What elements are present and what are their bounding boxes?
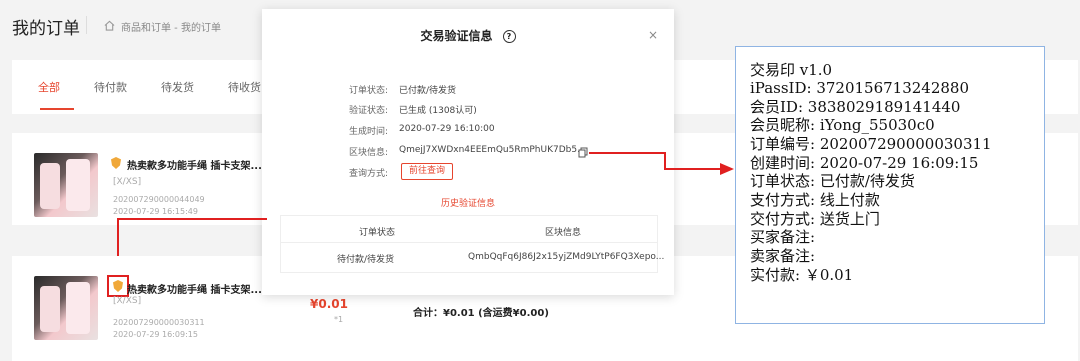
receipt-line: 订单状态: 已付款/待发货 [750,172,915,190]
verify-status-value: 已生成 (1308认可) [399,106,477,116]
table-cell: QmbQqFq6J86J2x15yjZMd9LYtP6FQ3Xepo... [468,252,665,262]
receipt-line: 支付方式: 线上付款 [750,191,880,209]
tab-pending-shipment[interactable]: 待发货 [161,79,194,95]
receipt-line: 交付方式: 送货上门 [750,210,880,228]
field-label: 生成时间: [348,127,388,137]
order-status-value: 已付款/待发货 [399,86,457,96]
arrow-head-icon [720,163,734,175]
order-number: 202007290000030311 [113,318,205,327]
connector-line [589,152,665,154]
page-title: 我的订单 [12,19,80,39]
receipt-panel: 交易印 v1.0 iPassID: 3720156713242880 会员ID:… [735,46,1045,324]
table-header: 订单状态 区块信息 [281,216,657,243]
field-label: 查询方式: [348,169,388,179]
receipt-line: 交易印 v1.0 [750,61,833,79]
help-icon[interactable]: ? [502,30,516,43]
order-total: 合计：¥0.01 (含运费¥0.00) [413,308,549,319]
tab-all[interactable]: 全部 [38,79,60,95]
divider [86,16,87,34]
receipt-line: iPassID: 3720156713242880 [750,79,970,97]
generate-time-value: 2020-07-29 16:10:00 [399,124,495,134]
go-query-button[interactable]: 前往查询 [401,163,453,180]
modal-title: 交易验证信息? [262,27,674,44]
shield-icon[interactable] [111,157,121,169]
highlight-box [107,275,129,297]
order-time: 2020-07-29 16:09:15 [113,330,198,339]
product-name[interactable]: 热卖款多功能手绳 插卡支架... [127,157,262,172]
active-tab-indicator [40,108,74,110]
order-time: 2020-07-29 16:15:49 [113,207,198,216]
table-header-cell: 订单状态 [359,228,396,238]
order-quantity: *1 [334,315,344,324]
receipt-line: 买家备注: [750,228,816,246]
order-price: ¥0.01 [310,297,348,311]
table-header-cell: 区块信息 [545,228,582,238]
order-number: 202007290000044049 [113,195,205,204]
field-label: 订单状态: [348,86,388,96]
history-link[interactable]: 历史验证信息 [262,196,674,209]
receipt-line: 订单编号: 202007290000030311 [750,135,992,153]
tab-pending-receipt[interactable]: 待收货 [228,79,261,95]
product-image[interactable] [34,153,98,217]
copy-icon[interactable] [578,143,588,162]
tab-pending-payment[interactable]: 待付款 [94,79,127,95]
product-name[interactable]: 热卖款多功能手绳 插卡支架... [127,281,262,296]
receipt-line: 会员ID: 3838029189141440 [750,98,961,116]
product-spec: [X/XS] [113,296,142,306]
breadcrumb-text[interactable]: 商品和订单 - 我的订单 [121,19,221,34]
connector-line [664,168,722,170]
product-spec: [X/XS] [113,177,142,187]
close-icon[interactable]: × [648,28,658,42]
receipt-line: 创建时间: 2020-07-29 16:09:15 [750,154,979,172]
receipt-line: 会员昵称: iYong_55030c0 [750,116,935,134]
connector-line [117,218,267,220]
product-image[interactable] [34,276,98,340]
verification-table: 订单状态 区块信息 待付款/待发货 QmbQqFq6J86J2x15yjZMd9… [280,215,664,273]
field-label: 区块信息: [348,148,388,158]
connector-line [117,219,119,256]
receipt-line: 卖家备注: [750,247,816,265]
table-cell: 待付款/待发货 [337,255,395,265]
receipt-line: 实付款: ￥0.01 [750,266,854,284]
field-label: 验证状态: [348,106,388,116]
home-icon[interactable] [104,20,115,34]
breadcrumb: 商品和订单 - 我的订单 [104,19,221,34]
block-info-value: QmejJ7XWDxn4EEEmQu5RmPhUK7Db5... [399,145,586,155]
